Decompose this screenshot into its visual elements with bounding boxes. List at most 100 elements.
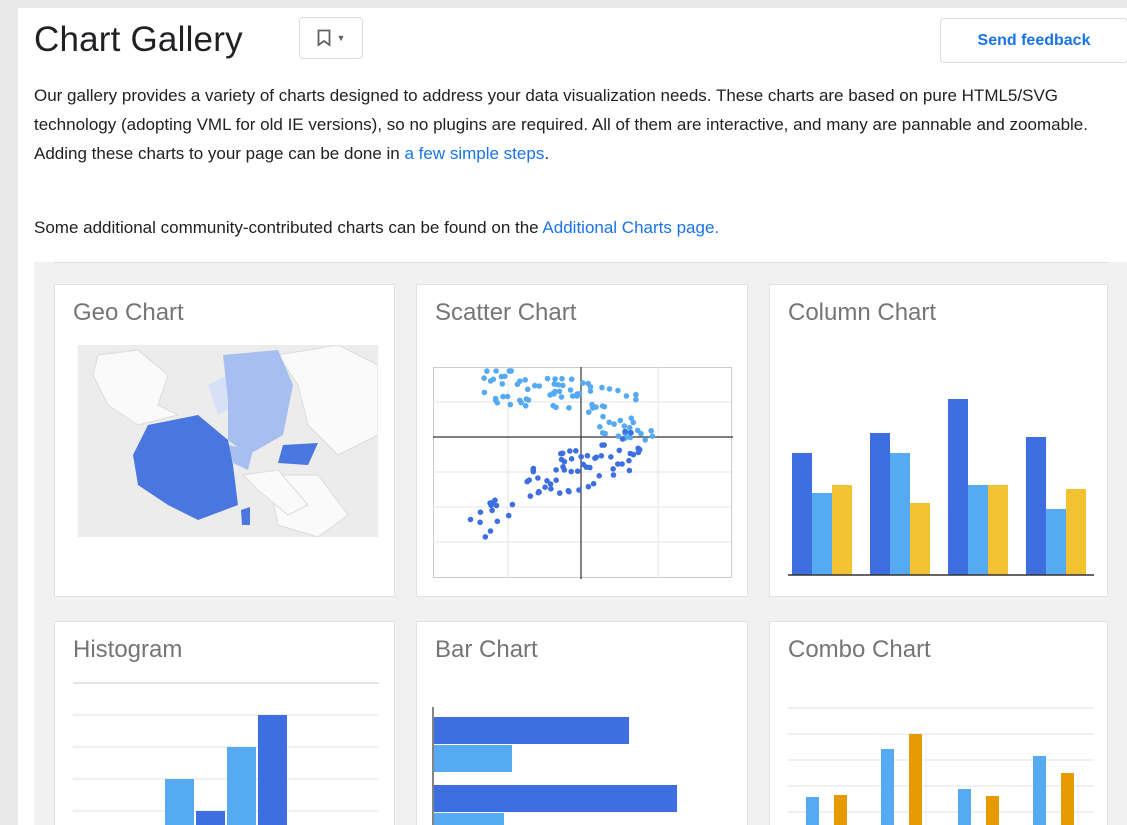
scatter-point	[585, 409, 592, 415]
scatter-point	[580, 380, 586, 386]
scatter-point	[530, 465, 537, 472]
scatter-point	[617, 417, 624, 424]
scatter-point	[583, 464, 590, 470]
scatter-point	[584, 452, 591, 459]
scatter-point	[598, 453, 605, 459]
additional-charts-text: Some additional community-contributed ch…	[34, 218, 543, 237]
scatter-point	[544, 375, 551, 382]
combo-bar	[958, 789, 971, 825]
scatter-point	[490, 376, 497, 383]
histogram-bar	[165, 779, 194, 825]
scatter-point	[578, 453, 584, 460]
scatter-point	[559, 375, 565, 382]
scatter-point	[481, 375, 487, 381]
scatter-point	[634, 427, 641, 434]
bar-chart-thumbnail	[432, 707, 677, 825]
scatter-point	[593, 404, 599, 410]
scatter-chart-thumbnail	[433, 367, 733, 579]
card-scatter-chart[interactable]: Scatter Chart	[416, 284, 748, 597]
send-feedback-button[interactable]: Send feedback	[940, 18, 1127, 63]
scatter-point	[527, 493, 534, 499]
scatter-point	[590, 480, 597, 487]
histogram-thumbnail	[73, 682, 379, 825]
scatter-point	[556, 490, 563, 496]
card-geo-chart[interactable]: Geo Chart	[54, 284, 395, 597]
scatter-point	[481, 389, 488, 396]
scatter-point	[565, 487, 572, 494]
combo-bar	[834, 795, 847, 825]
combo-bar	[806, 797, 819, 825]
bar	[434, 745, 512, 772]
scatter-point	[626, 457, 632, 464]
scatter-point	[548, 486, 554, 492]
card-bar-chart[interactable]: Bar Chart	[416, 621, 748, 825]
bookmark-button[interactable]: ▼	[299, 17, 363, 59]
scatter-point	[482, 534, 489, 540]
additional-charts-link[interactable]: Additional Charts page.	[542, 218, 719, 237]
histogram-bar	[258, 715, 287, 825]
divider	[54, 262, 1108, 263]
card-title: Bar Chart	[435, 636, 538, 663]
scatter-point	[484, 368, 490, 374]
card-column-chart[interactable]: Column Chart	[769, 284, 1108, 597]
scatter-point	[509, 501, 516, 508]
chevron-down-icon: ▼	[336, 33, 346, 43]
scatter-point	[619, 461, 625, 467]
bookmark-icon	[317, 29, 330, 47]
scatter-point	[535, 475, 541, 481]
card-title: Geo Chart	[73, 299, 184, 326]
scatter-point	[555, 382, 562, 388]
card-title: Column Chart	[788, 299, 937, 326]
scatter-point	[487, 528, 494, 534]
column-bar	[968, 485, 988, 575]
scatter-point	[477, 519, 483, 526]
scatter-point	[553, 404, 559, 411]
intro-text-end: .	[544, 144, 550, 163]
scatter-point	[567, 387, 574, 393]
scatter-point	[568, 376, 575, 382]
scatter-point	[606, 419, 612, 426]
combo-bar	[1033, 756, 1046, 825]
scatter-point	[517, 378, 523, 384]
column-bar	[812, 493, 832, 575]
column-bar	[948, 399, 968, 575]
scatter-point	[532, 382, 538, 389]
scatter-point	[606, 386, 613, 392]
additional-charts-paragraph: Some additional community-contributed ch…	[34, 215, 1114, 241]
column-bar	[1066, 489, 1086, 575]
bar	[434, 717, 629, 744]
card-histogram[interactable]: Histogram	[54, 621, 395, 825]
scatter-point	[628, 430, 634, 436]
scatter-point	[489, 507, 495, 514]
scatter-point	[633, 391, 639, 398]
column-bar	[910, 503, 930, 575]
card-title: Combo Chart	[788, 636, 931, 663]
column-chart-thumbnail	[788, 399, 1094, 576]
combo-bar	[986, 796, 999, 825]
combo-chart-thumbnail	[788, 707, 1094, 825]
few-simple-steps-link[interactable]: a few simple steps	[404, 144, 544, 163]
scatter-point	[648, 428, 654, 434]
scatter-point	[542, 484, 548, 490]
scatter-point	[610, 466, 616, 472]
bar	[434, 813, 504, 825]
scatter-point	[608, 454, 614, 460]
scatter-point	[553, 467, 559, 473]
histogram-bar	[227, 747, 256, 825]
combo-bar	[1061, 773, 1074, 825]
scatter-point	[616, 447, 623, 454]
scatter-point	[621, 423, 628, 429]
scatter-point	[602, 430, 608, 437]
scatter-point	[552, 376, 558, 382]
scatter-point	[500, 393, 506, 400]
page: Chart Gallery ▼ Send feedback Our galler…	[18, 8, 1127, 825]
column-bar	[870, 433, 890, 575]
scatter-point	[467, 516, 474, 523]
scatter-point	[599, 384, 605, 391]
card-combo-chart[interactable]: Combo Chart	[769, 621, 1108, 825]
scatter-point	[576, 487, 582, 493]
scatter-point	[622, 428, 628, 435]
scatter-point	[524, 478, 530, 485]
scatter-point	[494, 518, 501, 525]
scatter-point	[493, 368, 499, 374]
